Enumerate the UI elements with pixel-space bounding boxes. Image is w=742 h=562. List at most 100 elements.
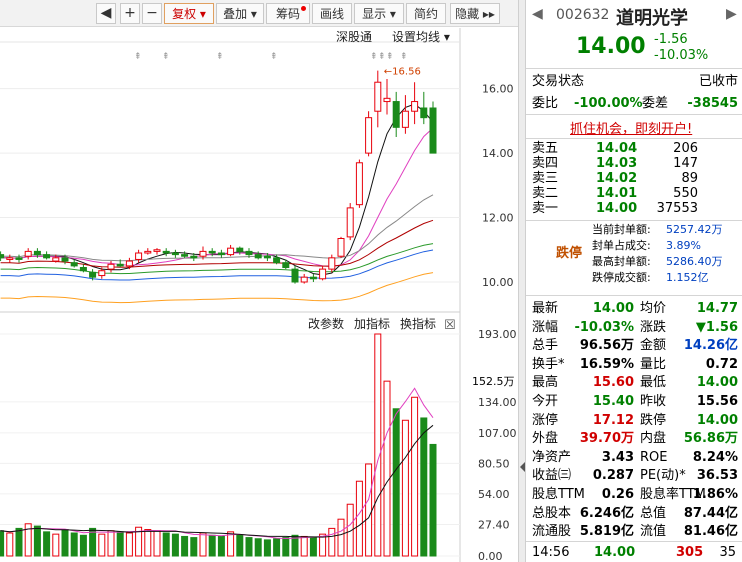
indicator-link[interactable]: 换指标 <box>400 316 436 331</box>
limit-info-row: 跌停成交额: 1.152亿 <box>526 270 742 286</box>
candle-body <box>245 250 253 256</box>
toolbar-item-3[interactable]: 复权 ▾ <box>164 2 214 24</box>
candle-body <box>374 81 382 112</box>
volume-tick-label: 27.40 <box>478 518 510 531</box>
toolbar-item-8[interactable]: 简约 <box>406 2 446 24</box>
ma250-line <box>0 272 434 304</box>
price-tick-label: 14.00 <box>482 147 514 160</box>
volume-bar <box>273 538 281 557</box>
order-book-row[interactable]: 卖二 14.01 550 <box>526 186 742 201</box>
indicator-link[interactable]: 加指标 <box>354 316 390 331</box>
volume-bar <box>162 532 170 557</box>
volume-tick-label: 134.00 <box>478 396 517 409</box>
candle-body <box>181 254 189 257</box>
toolbar-item-7[interactable]: 显示 ▾ <box>354 2 404 24</box>
volume-bar <box>199 532 207 557</box>
ask-volume: 147 <box>673 156 698 171</box>
kline-chart-svg[interactable]: 16.00 14.00 12.00 10.00 193.00 134.00 107.00 80… <box>0 28 518 562</box>
volume-bar <box>52 533 60 557</box>
stat-label: 总股本 <box>532 505 572 521</box>
candle-body <box>273 257 281 264</box>
candle-body <box>33 250 41 256</box>
candle-body <box>0 254 5 259</box>
order-book-row[interactable]: 卖五 14.04 206 <box>526 141 742 156</box>
collapse-arrow-icon[interactable] <box>520 462 525 472</box>
volume-bar <box>190 537 198 557</box>
volume-bar <box>208 534 216 557</box>
stats-row: 换手* 16.59% 量比 0.72 <box>526 356 742 374</box>
candle-body <box>15 257 23 260</box>
stat-label: 均价 <box>640 301 667 316</box>
stat-value: 5.819亿 <box>579 524 634 540</box>
indicator-link[interactable]: 改参数 <box>308 316 344 331</box>
limit-info-value: 1.152亿 <box>666 271 709 284</box>
toolbar-item-0[interactable]: ◀ <box>96 2 116 24</box>
volume-bar <box>61 529 69 557</box>
toolbar-item-2[interactable]: − <box>142 2 162 24</box>
tick-time: 14:56 <box>532 545 570 560</box>
candle-body <box>24 250 32 257</box>
open-account-link[interactable]: 抓住机会，即刻开户! <box>570 118 692 137</box>
toolbar-item-5[interactable]: 筹码 <box>266 2 310 24</box>
toolbar-item-label: 画线 <box>319 6 344 21</box>
tick-volume: 305 <box>676 545 704 560</box>
candle-body <box>171 252 179 256</box>
stat-value: 15.56 <box>696 394 738 409</box>
weicha-label: 委差 <box>642 96 669 111</box>
toolbar-item-label: − <box>146 5 158 21</box>
next-stock-icon[interactable]: ▶ <box>726 6 737 22</box>
order-book-row[interactable]: 卖一 14.00 37553 <box>526 201 742 216</box>
ask-level-label: 卖五 <box>532 141 559 156</box>
hk-connect-link[interactable]: 深股通 <box>336 30 372 44</box>
stat-value: -10.03% <box>574 319 634 335</box>
order-book-row[interactable]: 卖四 14.03 147 <box>526 156 742 171</box>
webi-value: -100.00% <box>574 96 643 111</box>
ask-level-label: 卖一 <box>532 201 559 216</box>
stat-value: 14.77 <box>696 301 738 316</box>
event-marker-icon: ⇞ <box>370 52 378 62</box>
stat-label: 跌停 <box>640 412 667 428</box>
stat-label: 收益㈢ <box>532 468 572 484</box>
stat-label: 最高 <box>532 375 559 391</box>
event-marker-icon: ⇞ <box>270 52 278 62</box>
stat-value: 8.24% <box>692 449 738 465</box>
stat-label: 内盘 <box>640 431 667 447</box>
candle-body <box>392 101 400 128</box>
panel-splitter[interactable] <box>518 0 526 562</box>
toolbar-item-4[interactable]: 叠加 ▾ <box>216 2 264 24</box>
stats-row: 总股本 6.246亿 总值 87.44亿 <box>526 505 742 523</box>
stats-row: 涨停 17.12 跌停 14.00 <box>526 412 742 430</box>
stat-label: 总值 <box>640 505 667 521</box>
ask-volume: 206 <box>673 141 698 156</box>
limit-info-label: 封单占成交: <box>592 239 651 252</box>
toolbar-item-6[interactable]: 画线 <box>312 2 352 24</box>
stat-label: 最低 <box>640 375 667 391</box>
volume-bar <box>98 533 106 557</box>
volume-tick-label: 107.00 <box>478 427 517 440</box>
close-indicator-icon[interactable]: ☒ <box>444 318 456 333</box>
limit-info-row: 封单占成交: 3.89% <box>526 238 742 254</box>
limit-info-row: 最高封单额: 5286.40万 <box>526 254 742 270</box>
toolbar-item-9[interactable]: 隐藏 ▸▸ <box>450 2 500 24</box>
toolbar-item-1[interactable]: + <box>120 2 140 24</box>
candle-body <box>144 250 152 254</box>
candle-body <box>227 247 235 256</box>
stock-code: 002632 <box>556 7 610 23</box>
volume-tick-label: 80.50 <box>478 457 510 470</box>
candle-body <box>346 207 354 238</box>
ask-level-label: 卖四 <box>532 156 559 171</box>
order-book-row[interactable]: 卖三 14.02 89 <box>526 171 742 186</box>
candle-body <box>79 267 87 272</box>
candle-body <box>208 250 216 254</box>
candle-body <box>199 250 207 257</box>
ma-settings-link[interactable]: 设置均线 ▾ <box>392 30 450 44</box>
stat-label: 涨停 <box>532 412 559 428</box>
candle-body <box>116 263 124 267</box>
candle-body <box>6 257 14 260</box>
prev-stock-icon[interactable]: ◀ <box>532 6 543 22</box>
volume-bar <box>217 535 225 557</box>
event-marker-icon: ⇞ <box>400 52 408 62</box>
stat-value: 96.56万 <box>579 338 634 354</box>
volume-bar <box>355 480 363 557</box>
kline-chart-area[interactable]: 16.00 14.00 12.00 10.00 193.00 134.00 107.00 80… <box>0 28 518 562</box>
